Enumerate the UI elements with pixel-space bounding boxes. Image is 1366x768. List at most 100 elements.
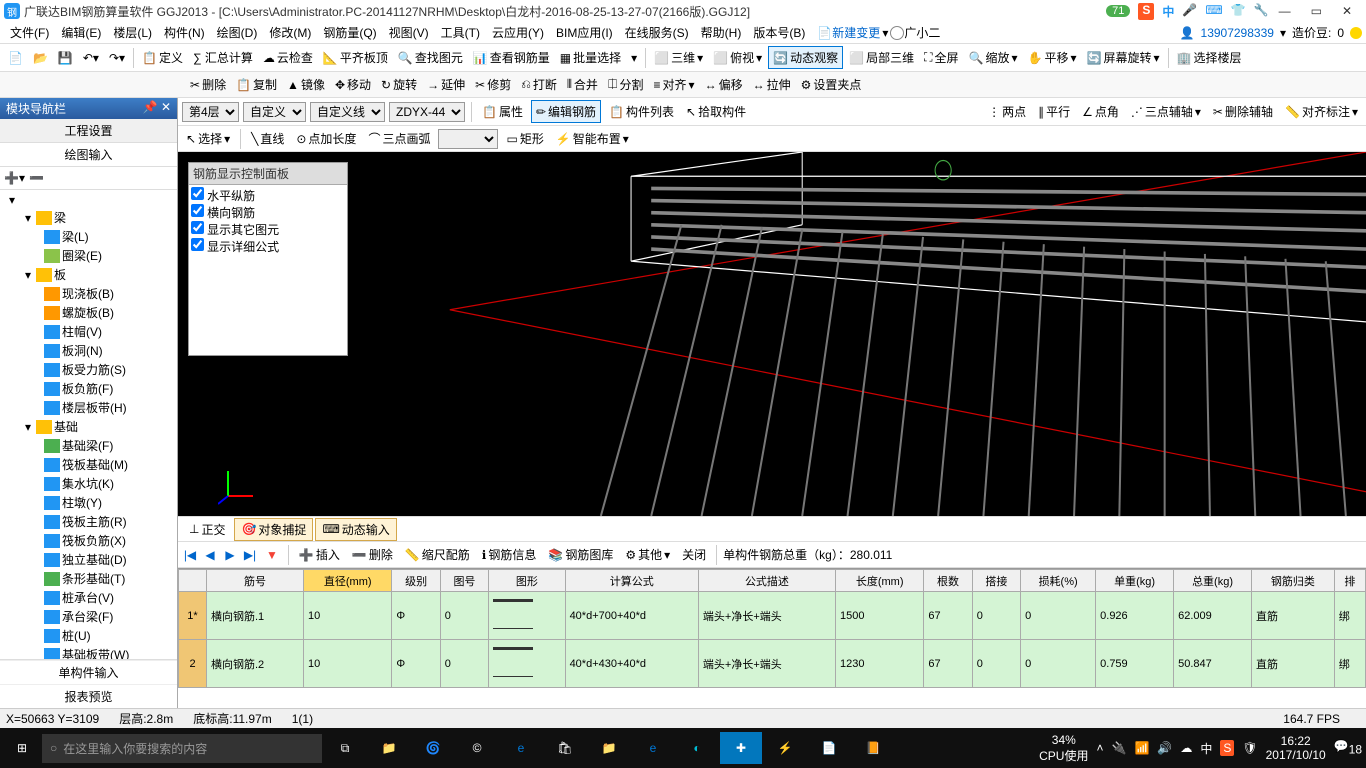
grid-header-2[interactable]: 直径(mm) xyxy=(304,570,392,592)
nav-prev[interactable]: ◀ xyxy=(202,548,218,562)
save-button[interactable]: 💾 xyxy=(54,49,77,67)
grid-header-13[interactable]: 总重(kg) xyxy=(1174,570,1252,592)
grid-header-0[interactable] xyxy=(179,570,207,592)
grid-header-4[interactable]: 图号 xyxy=(440,570,488,592)
menu-tool[interactable]: 工具(T) xyxy=(435,24,486,41)
cloud-check-button[interactable]: ☁云检查 xyxy=(259,47,317,68)
define-button[interactable]: 📋定义 xyxy=(138,47,187,68)
nav-last[interactable]: ▶| xyxy=(242,548,258,562)
tab-report-preview[interactable]: 报表预览 xyxy=(0,684,177,708)
3d-button[interactable]: ⬜三维▾ xyxy=(650,47,707,68)
tray-volume-icon[interactable]: 🔊 xyxy=(1157,741,1172,755)
grid-header-1[interactable]: 筋号 xyxy=(207,570,304,592)
tree-raft-found[interactable]: 筏板基础(M) xyxy=(2,455,175,474)
phone-number[interactable]: 13907298339 xyxy=(1201,26,1274,40)
tree-slab-hole[interactable]: 板洞(N) xyxy=(2,341,175,360)
cpu-meter[interactable]: 34%CPU使用 xyxy=(1039,733,1088,764)
tree-raft-neg[interactable]: 筏板负筋(X) xyxy=(2,531,175,550)
rotate-button[interactable]: ↻旋转 xyxy=(377,74,421,95)
tree-beam-l[interactable]: 梁(L) xyxy=(2,227,175,246)
taskbar-app-4[interactable]: ◐ xyxy=(676,732,718,764)
pt-len-button[interactable]: ⊙点加长度 xyxy=(292,128,360,149)
menu-online[interactable]: 在线服务(S) xyxy=(619,24,695,41)
tray-chevron-icon[interactable]: ˄ xyxy=(1096,741,1103,755)
user-icon[interactable] xyxy=(890,26,904,40)
component-tree[interactable]: ▾ ▾梁 梁(L) 圈梁(E) ▾板 现浇板(B) 螺旋板(B) 柱帽(V) 板… xyxy=(0,190,177,659)
taskbar-store[interactable]: 🛍 xyxy=(544,732,586,764)
tray-sogou-icon[interactable]: S xyxy=(1220,740,1234,756)
align-button[interactable]: ≡对齐▾ xyxy=(650,74,699,95)
select-button[interactable]: ↖选择▾ xyxy=(182,128,234,149)
parallel-button[interactable]: ∥平行 xyxy=(1034,101,1074,122)
taskbar-app-1[interactable]: 📁 xyxy=(368,732,410,764)
tab-draw-input[interactable]: 绘图输入 xyxy=(0,143,177,167)
task-view-icon[interactable]: ⧉ xyxy=(324,732,366,764)
tree-cap-beam[interactable]: 承台梁(F) xyxy=(2,607,175,626)
select-floor-button[interactable]: 🏢选择楼层 xyxy=(1173,47,1246,68)
props-button[interactable]: 📋属性 xyxy=(478,101,527,122)
3d-viewport[interactable]: 钢筋显示控制面板 水平纵筋 横向钢筋 显示其它图元 显示详细公式 xyxy=(178,152,1366,516)
stretch-button[interactable]: ↔拉伸 xyxy=(749,74,795,95)
top-view-button[interactable]: ⬜俯视▾ xyxy=(709,47,766,68)
tray-cloud-icon[interactable]: ☁ xyxy=(1180,741,1192,755)
menu-rebar[interactable]: 钢筋量(Q) xyxy=(317,24,382,41)
merge-button[interactable]: ⫴合并 xyxy=(563,74,602,95)
menu-draw[interactable]: 绘图(D) xyxy=(211,24,264,41)
break-button[interactable]: ⎌打断 xyxy=(517,74,561,95)
taskbar-app-8[interactable]: 📙 xyxy=(852,732,894,764)
tab-single-input[interactable]: 单构件输入 xyxy=(0,660,177,684)
grid-header-7[interactable]: 公式描述 xyxy=(698,570,835,592)
find-elem-button[interactable]: 🔍查找图元 xyxy=(394,47,467,68)
pick-comp-button[interactable]: ↖拾取构件 xyxy=(682,101,750,122)
rebar-lib-button[interactable]: 📚钢筋图库 xyxy=(544,544,617,565)
set-grip-button[interactable]: ⚙设置夹点 xyxy=(797,74,866,95)
opt-show-other[interactable]: 显示其它图元 xyxy=(191,221,345,238)
windows-taskbar[interactable]: ⊞ ○ 在这里输入你要搜索的内容 ⧉ 📁 🌀 © e 🛍 📁 e ◐ ✚ ⚡ 📄… xyxy=(0,728,1366,768)
opt-horizontal[interactable]: 水平纵筋 xyxy=(191,187,345,204)
nav-next[interactable]: ▶ xyxy=(222,548,238,562)
split-button[interactable]: ⎅分割 xyxy=(604,74,648,95)
tree-slab-force[interactable]: 板受力筋(S) xyxy=(2,360,175,379)
delete-button[interactable]: ✂删除 xyxy=(186,74,230,95)
tree-found-beam[interactable]: 基础梁(F) xyxy=(2,436,175,455)
tray-power-icon[interactable]: 🔌 xyxy=(1112,741,1127,755)
taskbar-app-3[interactable]: © xyxy=(456,732,498,764)
mirror-button[interactable]: ▲镜像 xyxy=(283,74,329,95)
offset-button[interactable]: ↔偏移 xyxy=(701,74,747,95)
minimize-button[interactable]: — xyxy=(1269,4,1301,18)
grid-other-button[interactable]: ⚙其他▾ xyxy=(621,544,674,565)
rebar-display-panel[interactable]: 钢筋显示控制面板 水平纵筋 横向钢筋 显示其它图元 显示详细公式 xyxy=(188,162,348,356)
taskbar-ie[interactable]: e xyxy=(632,732,674,764)
local-3d-button[interactable]: ⬜局部三维 xyxy=(845,47,918,68)
snap-toggle[interactable]: 🎯对象捕捉 xyxy=(234,518,313,541)
three-aux-button[interactable]: ⋰三点辅轴▾ xyxy=(1127,101,1205,122)
nav-down[interactable]: ▼ xyxy=(262,546,282,564)
tree-pile-cap[interactable]: 桩承台(V) xyxy=(2,588,175,607)
tray-shield-icon[interactable]: 🛡 xyxy=(1242,741,1257,755)
menu-file[interactable]: 文件(F) xyxy=(4,24,55,41)
tree-slab[interactable]: ▾板 xyxy=(2,265,175,284)
dynamic-observe-button[interactable]: 🔄动态观察 xyxy=(768,46,843,69)
tree-floor-strip[interactable]: 楼层板带(H) xyxy=(2,398,175,417)
tree-pile[interactable]: 桩(U) xyxy=(2,626,175,645)
opt-transverse[interactable]: 横向钢筋 xyxy=(191,204,345,221)
table-row[interactable]: 1*横向钢筋.110Φ040*d+700+40*d端头+净长+端头1500670… xyxy=(179,592,1366,640)
taskbar-app-6[interactable]: ⚡ xyxy=(764,732,806,764)
tree-col-pier[interactable]: 柱墩(Y) xyxy=(2,493,175,512)
grid-delete-button[interactable]: ➖删除 xyxy=(348,544,397,565)
category-select[interactable]: 自定义 xyxy=(243,102,306,122)
tray-ime[interactable]: 中 xyxy=(1200,740,1212,757)
nav-first[interactable]: |◀ xyxy=(182,548,198,562)
menu-floor[interactable]: 楼层(L) xyxy=(107,24,158,41)
add-icon[interactable]: ➕▾ xyxy=(4,171,25,185)
tree-spiral-slab[interactable]: 螺旋板(B) xyxy=(2,303,175,322)
tree-foundation[interactable]: ▾基础 xyxy=(2,417,175,436)
tree-cast-slab[interactable]: 现浇板(B) xyxy=(2,284,175,303)
sidebar-pin-icon[interactable]: 📌 xyxy=(143,100,158,114)
start-button[interactable]: ⊞ xyxy=(4,732,40,764)
taskbar-search[interactable]: ○ 在这里输入你要搜索的内容 xyxy=(42,734,322,763)
screen-rotate-button[interactable]: 🔄屏幕旋转▾ xyxy=(1083,47,1164,68)
taskbar-app-5[interactable]: ✚ xyxy=(720,732,762,764)
tree-slab-neg[interactable]: 板负筋(F) xyxy=(2,379,175,398)
tree-sump[interactable]: 集水坑(K) xyxy=(2,474,175,493)
